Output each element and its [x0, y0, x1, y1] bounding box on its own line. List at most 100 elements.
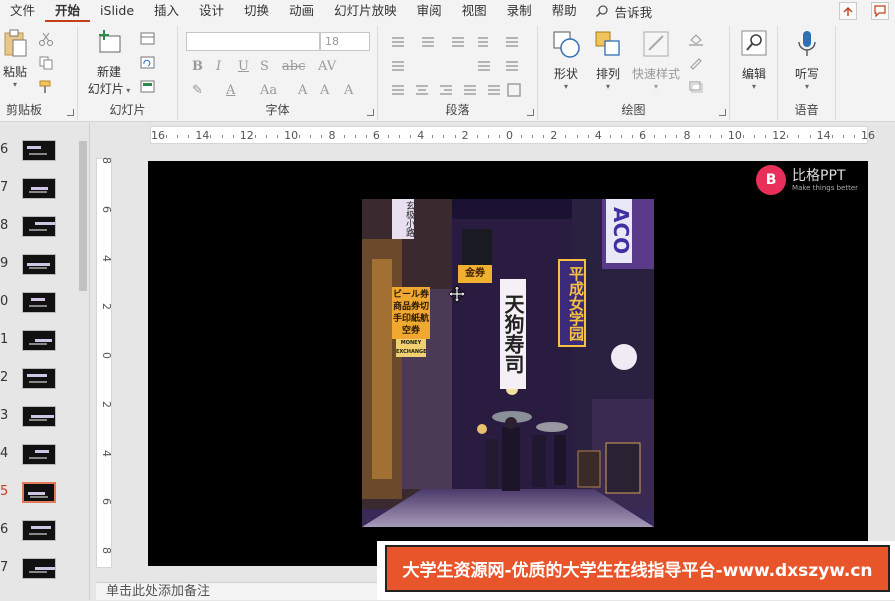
underline-button[interactable]: U — [238, 59, 249, 74]
menu-tab[interactable]: 视图 — [452, 0, 497, 22]
microphone-icon — [798, 31, 816, 56]
paragraph-group: 段落 — [378, 26, 538, 120]
street-photo[interactable]: 玄极小路 金券 平成女学园 天狗寿司 ビール券商品券切手印紙航空券 ACO MO… — [362, 199, 654, 527]
quick-styles-button[interactable]: 快速样式 ▾ — [630, 28, 682, 91]
menu-tab[interactable]: 录制 — [497, 0, 542, 22]
ruler-label: 8 — [100, 157, 113, 164]
strikethrough-button[interactable]: abc — [282, 59, 305, 74]
slide-thumbnail[interactable] — [22, 292, 56, 313]
comments-button[interactable] — [871, 2, 889, 20]
shadow-button[interactable]: S — [260, 59, 269, 74]
drawing-group: 形状 ▾ 排列 ▾ 快速样式 ▾ 绘图 — [538, 26, 730, 120]
menu-tab[interactable]: 动画 — [279, 0, 324, 22]
font-size-combo[interactable]: 18 — [320, 32, 370, 51]
slide-thumbnail-item[interactable]: 4 — [0, 444, 80, 474]
arrange-label: 排列 — [595, 67, 620, 81]
shapes-button[interactable]: 形状 ▾ — [546, 28, 586, 91]
paste-button[interactable]: 粘贴 ▾ — [2, 28, 28, 89]
slides-group-label: 幻灯片 — [109, 103, 146, 117]
ruler-label: 4 — [100, 254, 113, 262]
drawing-launcher[interactable] — [719, 109, 726, 116]
slide-thumbnail-item[interactable]: 7 — [0, 178, 80, 208]
shape-effects-icon[interactable] — [688, 80, 704, 94]
neon-sign-5: ビール券商品券切手印紙航空券 — [392, 287, 430, 339]
slide-thumbnail-item[interactable]: 6 — [0, 520, 80, 550]
bold-button[interactable]: B — [192, 59, 203, 74]
cut-icon[interactable] — [38, 32, 54, 46]
grow-font-button[interactable]: A — [298, 83, 307, 98]
slide-thumbnail-item[interactable]: 9 — [0, 254, 80, 284]
shrink-font-button[interactable]: A — [320, 83, 329, 98]
share-button[interactable] — [839, 2, 857, 20]
neon-sign-2: 金券 — [458, 265, 492, 283]
clipboard-launcher[interactable] — [67, 109, 74, 116]
ruler-label: 12 — [239, 129, 254, 142]
italic-button[interactable]: I — [216, 59, 221, 74]
slide-thumbnail-item[interactable]: 2 — [0, 368, 80, 398]
shape-outline-icon[interactable] — [688, 56, 704, 70]
ruler-label: 6 — [100, 205, 113, 213]
menu-tab[interactable]: 帮助 — [542, 0, 587, 22]
slide-thumbnail[interactable] — [22, 368, 56, 389]
menu-tab[interactable]: 文件 — [0, 0, 45, 22]
arrange-button[interactable]: 排列 ▾ — [588, 28, 628, 91]
clear-format-button[interactable]: A — [344, 83, 353, 98]
dictate-button[interactable]: 听写 ▾ — [786, 28, 828, 91]
slide-thumbnail[interactable] — [22, 482, 56, 503]
ruler-label: 16 — [151, 129, 165, 142]
section-icon[interactable] — [140, 80, 156, 94]
copy-icon[interactable] — [38, 56, 54, 70]
slide-thumbnail-item[interactable]: 7 — [0, 558, 80, 588]
menu-tab[interactable]: 开始 — [45, 0, 91, 22]
slide-canvas[interactable]: 玄极小路 金券 平成女学园 天狗寿司 ビール券商品券切手印紙航空券 ACO MO… — [148, 161, 868, 566]
neon-sign-3: 平成女学园 — [558, 259, 586, 347]
slide-number: 9 — [0, 256, 9, 271]
slide-thumbnail[interactable] — [22, 178, 56, 199]
reset-icon[interactable] — [140, 56, 156, 70]
font-launcher[interactable] — [367, 109, 374, 116]
font-name-combo[interactable] — [186, 32, 320, 51]
new-slide-button[interactable]: 新建 幻灯片 ▾ — [86, 28, 132, 97]
paragraph-tools-icon[interactable] — [388, 34, 528, 110]
slide-thumbnail-item[interactable]: 6 — [0, 140, 80, 170]
menu-bar: 文件 开始 iSlide 插入 设计 切换 动画 幻灯片放映 审阅 视图 录制 帮助 告诉我 — [0, 0, 895, 22]
edit-button[interactable]: 编辑 ▾ — [734, 28, 774, 91]
menu-tab[interactable]: iSlide — [90, 0, 144, 22]
slide-thumbnail-item[interactable]: 5 — [0, 482, 80, 512]
slide-number: 5 — [0, 484, 9, 499]
ruler-label: 2 — [100, 303, 113, 311]
shape-fill-icon[interactable] — [688, 32, 704, 46]
menu-tab[interactable]: 切换 — [234, 0, 279, 22]
notes-placeholder: 单击此处添加备注 — [106, 584, 211, 599]
format-painter-icon[interactable] — [38, 80, 54, 94]
slide-panel-scroll-thumb[interactable] — [79, 141, 87, 291]
slide-thumbnail-item[interactable]: 1 — [0, 330, 80, 360]
slide-thumbnail[interactable] — [22, 520, 56, 541]
ruler-label: 2 — [550, 129, 558, 142]
ruler-label: 6 — [639, 129, 647, 142]
change-case-button[interactable]: Aa — [260, 83, 277, 98]
font-color-button[interactable]: A — [226, 83, 235, 98]
tell-me[interactable]: 告诉我 — [595, 2, 652, 21]
menu-tab[interactable]: 设计 — [189, 0, 234, 22]
menu-tab[interactable]: 插入 — [144, 0, 189, 22]
ruler-label: 2 — [461, 129, 469, 142]
slide-thumbnail[interactable] — [22, 406, 56, 427]
slide-thumbnail-item[interactable]: 0 — [0, 292, 80, 322]
slide-number: 1 — [0, 332, 9, 347]
slide-thumbnail[interactable] — [22, 254, 56, 275]
slide-thumbnail[interactable] — [22, 558, 56, 579]
slide-thumbnail-item[interactable]: 8 — [0, 216, 80, 246]
slide-thumbnail[interactable] — [22, 216, 56, 237]
slide-panel-scrollbar[interactable] — [78, 141, 88, 600]
menu-tab[interactable]: 幻灯片放映 — [324, 0, 407, 22]
slide-thumbnail[interactable] — [22, 140, 56, 161]
slide-thumbnail-item[interactable]: 3 — [0, 406, 80, 436]
layout-icon[interactable] — [140, 32, 156, 46]
char-spacing-button[interactable]: AV — [318, 59, 336, 74]
menu-tab[interactable]: 审阅 — [407, 0, 452, 22]
slide-thumbnail[interactable] — [22, 330, 56, 351]
highlight-button[interactable]: ✎ — [192, 83, 203, 98]
slide-thumbnail[interactable] — [22, 444, 56, 465]
paragraph-launcher[interactable] — [527, 109, 534, 116]
